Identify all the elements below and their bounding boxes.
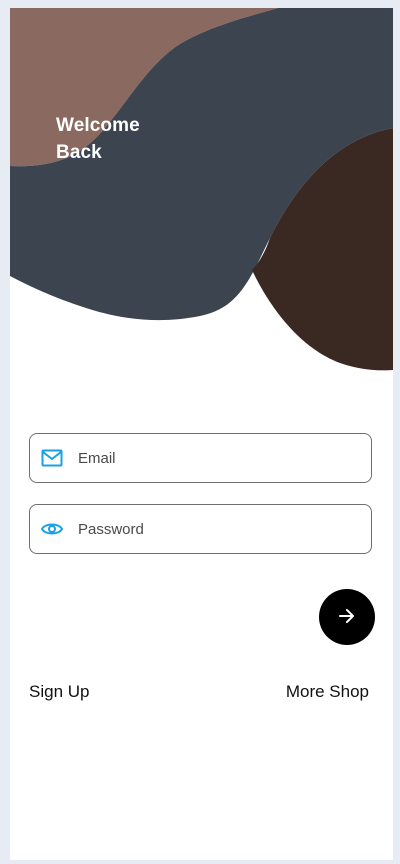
password-input[interactable] [78, 520, 328, 538]
email-field[interactable] [29, 433, 372, 483]
email-input[interactable] [78, 449, 328, 467]
welcome-line-1: Welcome [56, 115, 140, 136]
header-blob-art [10, 8, 393, 371]
sign-up-link[interactable]: Sign Up [29, 682, 89, 702]
password-field[interactable] [29, 504, 372, 554]
more-shop-link[interactable]: More Shop [286, 682, 369, 702]
mail-icon [41, 447, 63, 469]
arrow-right-icon [338, 607, 356, 628]
eye-icon[interactable] [41, 518, 63, 540]
submit-button[interactable] [319, 589, 375, 645]
welcome-title: Welcome Back [56, 112, 140, 166]
welcome-line-2: Back [56, 142, 102, 163]
app-screen: Welcome Back Sign Up More Shop [10, 8, 393, 860]
